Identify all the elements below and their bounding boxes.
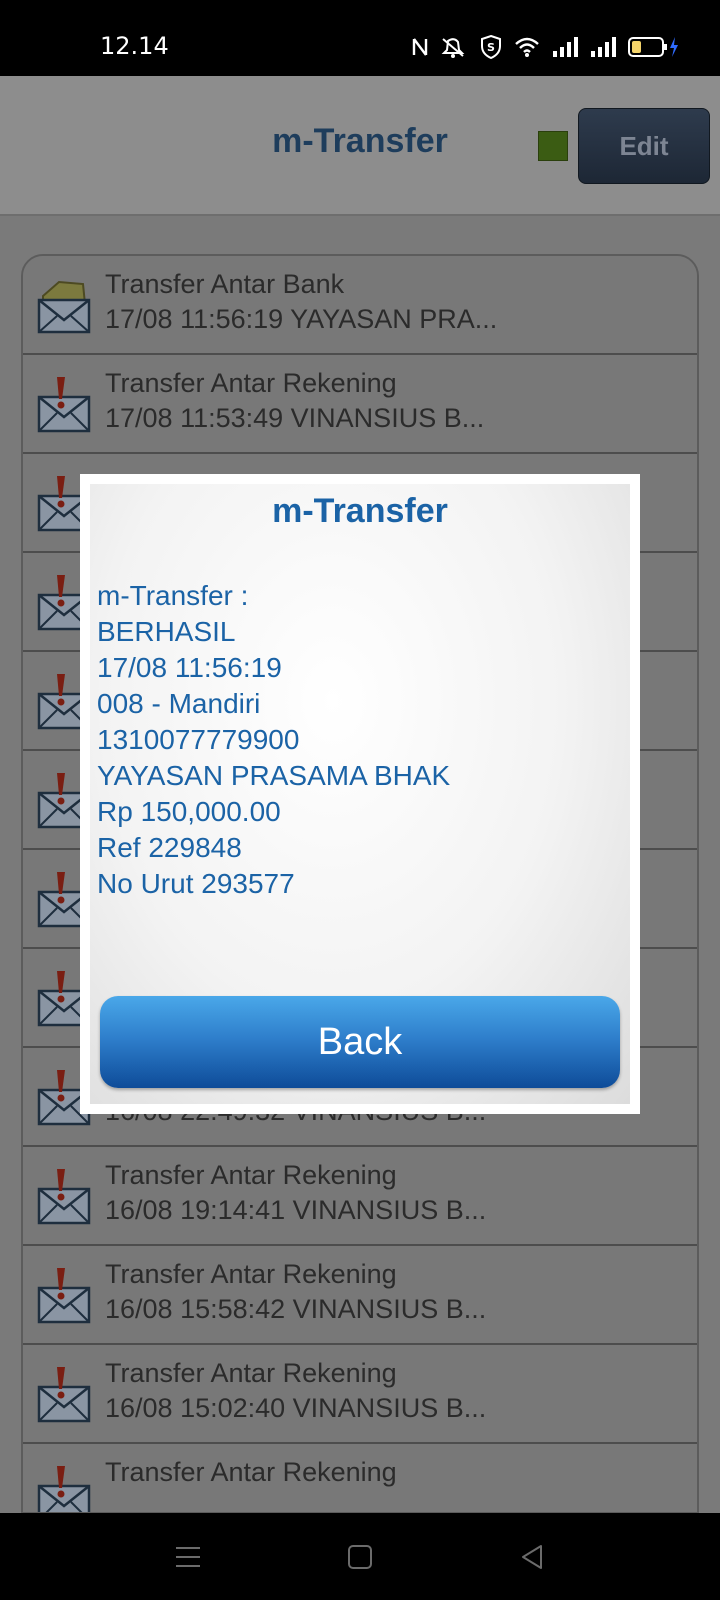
- item-title: Transfer Antar Bank: [105, 269, 345, 299]
- unread-envelope-icon: [37, 1365, 91, 1425]
- unread-envelope-icon: [37, 1167, 91, 1227]
- unread-envelope-icon: [37, 375, 91, 435]
- back-button[interactable]: Back: [100, 996, 620, 1088]
- item-subtitle: 17/08 11:53:49 VINANSIUS B...: [105, 403, 485, 433]
- battery-charging-icon: [628, 36, 680, 58]
- message-line: Ref 229848: [97, 832, 242, 863]
- message-line: 17/08 11:56:19: [97, 652, 282, 683]
- message-line: 008 - Mandiri: [97, 688, 261, 719]
- signal-icon: [552, 36, 578, 58]
- dialog-body: m-Transfer m-Transfer : BERHASIL 17/08 1…: [90, 484, 630, 1104]
- list-item[interactable]: Transfer Antar Rekening 16/08 15:02:40 VI…: [23, 1345, 697, 1444]
- list-item[interactable]: Transfer Antar Rekening 16/08 19:14:41 VI…: [23, 1147, 697, 1246]
- status-icons: S: [412, 32, 680, 62]
- system-nav-bar: [0, 1513, 720, 1600]
- item-subtitle: 16/08 19:14:41 VINANSIUS B...: [105, 1195, 487, 1225]
- mute-icon: [440, 36, 468, 58]
- dialog-title: m-Transfer: [272, 492, 448, 530]
- list-item[interactable]: Transfer Antar Rekening 16/08 15:58:42 VI…: [23, 1246, 697, 1345]
- home-icon[interactable]: [338, 1535, 382, 1579]
- item-title: Transfer Antar Rekening: [105, 1259, 397, 1289]
- list-item[interactable]: Transfer Antar Bank 17/08 11:56:19 YAYASA…: [23, 256, 697, 355]
- shield-icon: S: [480, 35, 502, 59]
- item-title: Transfer Antar Rekening: [105, 1457, 397, 1487]
- list-item[interactable]: Transfer Antar Rekening: [23, 1444, 697, 1512]
- status-bar: 12.14 S: [0, 0, 720, 76]
- message-line: Rp 150,000.00: [97, 796, 281, 827]
- open-envelope-icon: [37, 276, 91, 336]
- item-title: Transfer Antar Rekening: [105, 1160, 397, 1190]
- svg-text:S: S: [487, 41, 495, 54]
- signal-icon: [590, 36, 616, 58]
- status-time: 12.14: [100, 32, 169, 60]
- message-line: BERHASIL: [97, 616, 236, 647]
- unread-envelope-icon: [37, 1266, 91, 1326]
- wifi-icon: [514, 36, 540, 58]
- list-item[interactable]: Transfer Antar Rekening 17/08 11:53:49 VI…: [23, 355, 697, 454]
- item-title: Transfer Antar Rekening: [105, 1358, 397, 1388]
- unread-envelope-icon: [37, 1464, 91, 1512]
- menu-icon[interactable]: [166, 1535, 210, 1579]
- message-line: m-Transfer :: [97, 580, 249, 611]
- item-subtitle: 16/08 15:02:40 VINANSIUS B...: [105, 1393, 487, 1423]
- message-line: 1310077779900: [97, 724, 300, 755]
- status-indicator: [538, 131, 568, 161]
- dialog-message: m-Transfer : BERHASIL 17/08 11:56:19 008…: [97, 578, 450, 902]
- message-line: No Urut 293577: [97, 868, 295, 899]
- back-icon[interactable]: [510, 1535, 554, 1579]
- nfc-icon: [412, 36, 428, 58]
- item-subtitle: 16/08 15:58:42 VINANSIUS B...: [105, 1294, 487, 1324]
- edit-button[interactable]: Edit: [578, 108, 710, 184]
- item-subtitle: 17/08 11:56:19 YAYASAN PRA...: [105, 304, 498, 334]
- item-title: Transfer Antar Rekening: [105, 368, 397, 398]
- message-line: YAYASAN PRASAMA BHAK: [97, 760, 451, 791]
- result-dialog: m-Transfer m-Transfer : BERHASIL 17/08 1…: [80, 474, 640, 1114]
- app-header: m-Transfer Edit: [0, 76, 720, 216]
